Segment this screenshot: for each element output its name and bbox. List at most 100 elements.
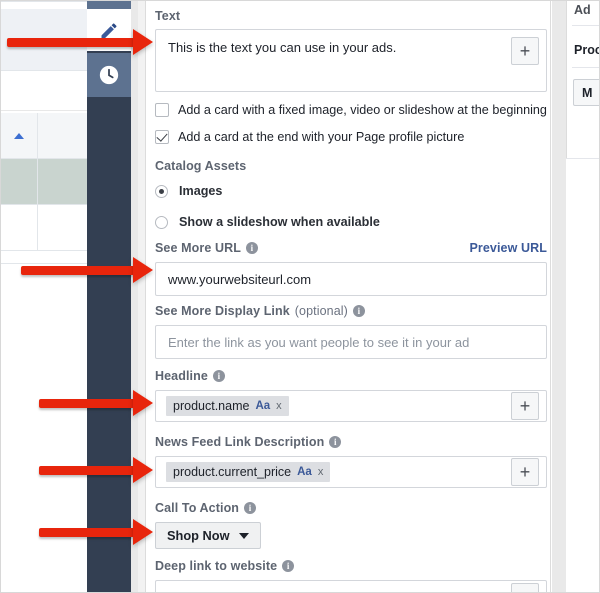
arrow-to-call-to-action: [39, 519, 153, 545]
info-icon[interactable]: i: [353, 305, 365, 317]
news-feed-description-add-button[interactable]: +: [511, 458, 539, 486]
headline-label-value: Headline: [155, 369, 208, 383]
text-input[interactable]: This is the text you can use in your ads…: [155, 29, 547, 92]
token-remove-icon[interactable]: x: [276, 400, 282, 412]
table-grid: [1, 113, 93, 263]
deep-link-group: Deep link to website i: [155, 559, 547, 593]
plus-icon: +: [520, 42, 531, 60]
call-to-action-value: Shop Now: [167, 528, 230, 543]
see-more-display-link-input[interactable]: Enter the link as you want people to see…: [155, 325, 547, 359]
table-row[interactable]: [1, 113, 93, 159]
arrow-to-see-more-url: [21, 257, 153, 283]
radio-images-label: Images: [179, 184, 222, 198]
see-more-url-label: See More URL i Preview URL: [155, 241, 547, 255]
token-format-icon[interactable]: Aa: [297, 466, 312, 478]
see-more-display-link-label: See More Display Link (optional) i: [155, 304, 547, 318]
text-field-group: Text This is the text you can use in you…: [155, 9, 547, 92]
text-input-value: This is the text you can use in your ads…: [168, 40, 396, 55]
table-row[interactable]: [1, 205, 93, 251]
right-side-panel: Ad Proc M: [566, 1, 600, 158]
right-panel-divider: [572, 25, 600, 26]
see-more-display-link-placeholder: Enter the link as you want people to see…: [168, 335, 469, 350]
headline-input[interactable]: product.name Aa x +: [155, 390, 547, 422]
news-feed-description-group: News Feed Link Description i product.cur…: [155, 435, 547, 488]
call-to-action-group: Call To Action i Shop Now: [155, 501, 547, 549]
optional-suffix: (optional): [295, 304, 348, 318]
checkbox-end-card-label: Add a card at the end with your Page pro…: [178, 130, 464, 144]
info-icon[interactable]: i: [213, 370, 225, 382]
text-label-value: Text: [155, 9, 180, 23]
info-icon[interactable]: i: [282, 560, 294, 572]
checkbox-fixed-card[interactable]: [155, 103, 169, 117]
radio-row-images[interactable]: Images: [155, 184, 547, 198]
table-cell[interactable]: [1, 113, 38, 159]
checkbox-fixed-card-label: Add a card with a fixed image, video or …: [178, 103, 547, 117]
headline-token[interactable]: product.name Aa x: [166, 396, 289, 416]
call-to-action-dropdown[interactable]: Shop Now: [155, 522, 261, 549]
info-icon[interactable]: i: [329, 436, 341, 448]
news-feed-token-text: product.current_price: [173, 465, 291, 479]
history-tab[interactable]: [87, 53, 131, 97]
deep-link-label: Deep link to website i: [155, 559, 547, 573]
preview-url-link[interactable]: Preview URL: [469, 241, 547, 255]
radio-images[interactable]: [155, 185, 168, 198]
see-more-url-input[interactable]: www.yourwebsiteurl.com: [155, 262, 547, 296]
clock-icon: [98, 64, 120, 86]
nav-rail-top-strip: [87, 1, 131, 9]
chevron-down-icon: [239, 533, 249, 539]
right-panel-title: Ad: [574, 3, 591, 17]
headline-group: Headline i product.name Aa x +: [155, 369, 547, 422]
right-panel-section-label: Proc: [574, 43, 600, 57]
radio-slideshow-label: Show a slideshow when available: [179, 215, 380, 229]
checkbox-end-card[interactable]: [155, 130, 169, 144]
news-feed-description-label-value: News Feed Link Description: [155, 435, 324, 449]
text-add-button[interactable]: +: [511, 37, 539, 65]
arrow-to-text-field: [7, 29, 153, 55]
table-cell[interactable]: [38, 205, 93, 251]
see-more-url-label-value: See More URL: [155, 241, 241, 255]
news-feed-description-label: News Feed Link Description i: [155, 435, 547, 449]
table-cell[interactable]: [38, 113, 93, 159]
checkbox-row-fixed-card[interactable]: Add a card with a fixed image, video or …: [155, 103, 547, 117]
text-label: Text: [155, 9, 547, 23]
right-gutter: [552, 1, 566, 593]
see-more-display-link-label-value: See More Display Link: [155, 304, 290, 318]
arrow-to-headline: [39, 390, 153, 416]
see-more-display-link-group: See More Display Link (optional) i Enter…: [155, 304, 547, 359]
see-more-url-value: www.yourwebsiteurl.com: [168, 272, 311, 287]
news-feed-description-input[interactable]: product.current_price Aa x +: [155, 456, 547, 488]
sort-ascending-triangle-icon[interactable]: [14, 133, 24, 139]
table-cell[interactable]: [1, 205, 38, 251]
table-divider: [1, 1, 93, 2]
right-panel-divider: [566, 158, 600, 159]
deep-link-add-button[interactable]: [511, 583, 539, 593]
right-panel-divider: [572, 67, 600, 68]
panel-gutter-inner: [138, 1, 145, 593]
headline-add-button[interactable]: +: [511, 392, 539, 420]
headline-label: Headline i: [155, 369, 547, 383]
arrow-to-news-feed-description: [39, 457, 153, 483]
table-cell[interactable]: [38, 159, 93, 205]
table-row[interactable]: [1, 71, 93, 111]
catalog-assets-label-value: Catalog Assets: [155, 159, 246, 173]
table-cell[interactable]: [1, 159, 38, 205]
table-row-selected[interactable]: [1, 159, 93, 205]
radio-row-slideshow[interactable]: Show a slideshow when available: [155, 215, 547, 229]
headline-token-text: product.name: [173, 399, 249, 413]
token-remove-icon[interactable]: x: [318, 466, 324, 478]
deep-link-label-value: Deep link to website: [155, 559, 277, 573]
news-feed-description-token[interactable]: product.current_price Aa x: [166, 462, 330, 482]
radio-slideshow[interactable]: [155, 216, 168, 229]
token-format-icon[interactable]: Aa: [255, 400, 270, 412]
checkbox-row-end-card[interactable]: Add a card at the end with your Page pro…: [155, 130, 547, 144]
screenshot-root: Text This is the text you can use in you…: [0, 0, 600, 593]
call-to-action-label-value: Call To Action: [155, 501, 239, 515]
info-icon[interactable]: i: [246, 242, 258, 254]
plus-icon: +: [520, 463, 531, 481]
left-table-panel: [1, 1, 93, 593]
right-panel-button[interactable]: M: [573, 79, 600, 106]
plus-icon: +: [520, 397, 531, 415]
info-icon[interactable]: i: [244, 502, 256, 514]
deep-link-input[interactable]: [155, 580, 547, 593]
catalog-assets-label: Catalog Assets: [155, 159, 547, 173]
